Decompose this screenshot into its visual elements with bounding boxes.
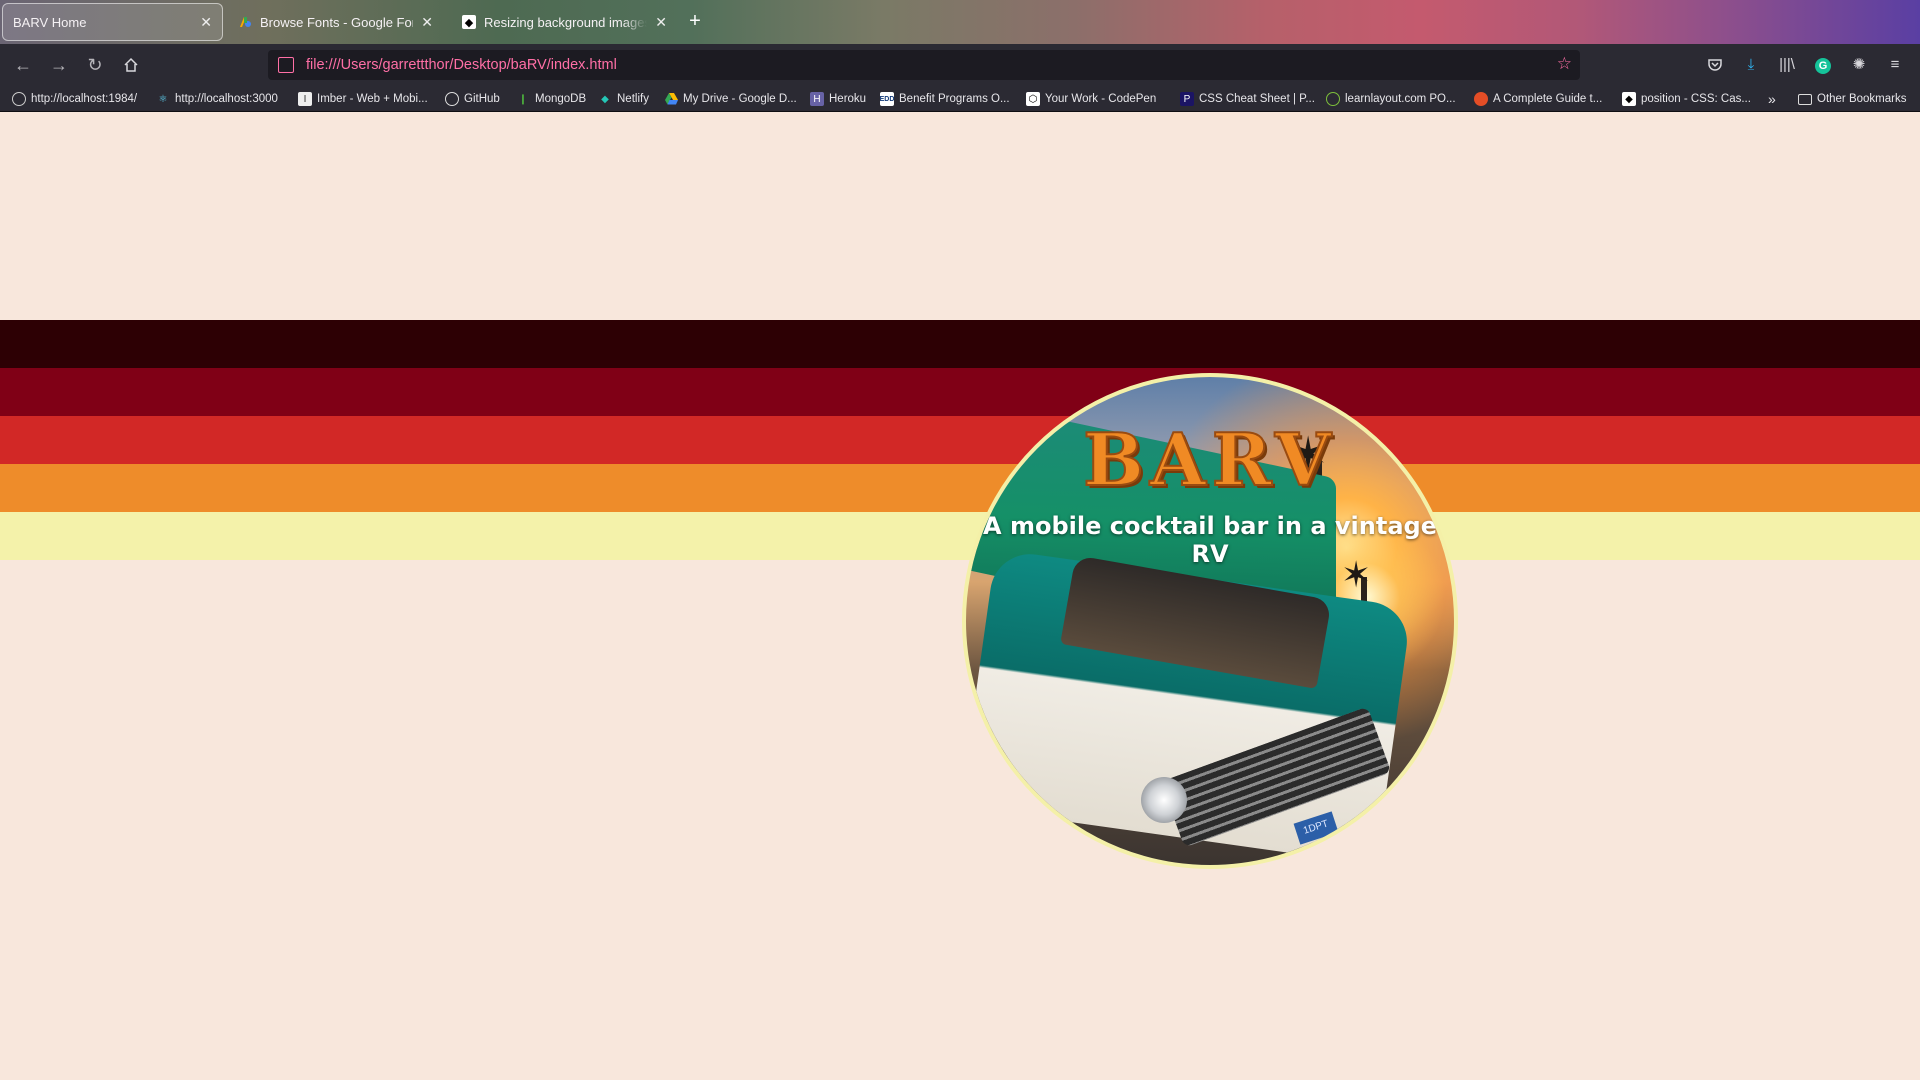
mdn-icon: ◆	[462, 15, 476, 29]
bookmark-item[interactable]: ⚛ http://localhost:3000	[156, 90, 278, 108]
bookmark-item[interactable]: H Heroku	[810, 90, 866, 108]
mongodb-icon: ❙	[518, 93, 528, 105]
react-icon: ⚛	[158, 93, 168, 105]
bookmark-label: Other Bookmarks	[1817, 93, 1907, 105]
navigation-bar: ← → ↻ file:///Users/garrettthor/Desktop/…	[0, 44, 1920, 86]
stripe-red	[0, 416, 1920, 464]
extension-icon[interactable]: ✺	[1848, 54, 1870, 76]
bookmark-label: learnlayout.com PO...	[1345, 93, 1456, 105]
tab-title: BARV Home	[13, 14, 87, 30]
bookmark-label: A Complete Guide t...	[1493, 93, 1603, 105]
bookmarks-bar: http://localhost:1984/ ⚛ http://localhos…	[0, 86, 1920, 112]
learnlayout-icon	[1326, 92, 1340, 106]
download-icon[interactable]: ⤓	[1740, 54, 1762, 76]
star-icon[interactable]: ☆	[1557, 54, 1572, 74]
address-bar[interactable]: file:///Users/garrettthor/Desktop/baRV/i…	[268, 50, 1580, 80]
tab-resizing-background[interactable]: ◆ Resizing background images wi ✕	[452, 3, 677, 41]
arrow-left-icon[interactable]: ←	[12, 54, 34, 76]
close-tab-icon[interactable]: ✕	[655, 14, 667, 31]
github-icon	[445, 92, 459, 106]
bookmark-item[interactable]: My Drive - Google D...	[664, 90, 797, 108]
bookmark-item[interactable]: GitHub	[445, 90, 500, 108]
edd-icon: EDD	[880, 92, 894, 106]
pocket-icon[interactable]	[1704, 54, 1726, 76]
google-drive-icon	[664, 92, 678, 106]
library-icon[interactable]: |||\	[1776, 54, 1798, 76]
tab-title: Resizing background images wi	[484, 14, 648, 30]
css-icon: P	[1180, 92, 1194, 106]
close-tab-icon[interactable]: ✕	[421, 14, 433, 31]
bookmark-label: Heroku	[829, 93, 867, 105]
globe-icon	[12, 92, 26, 106]
mdn-icon: ◆	[1622, 92, 1636, 106]
bookmark-label: http://localhost:3000	[175, 93, 278, 105]
brand-tagline: A mobile cocktail bar in a vintage RV	[983, 512, 1437, 568]
bookmark-label: position - CSS: Cas...	[1641, 93, 1751, 105]
bookmark-item[interactable]: ⬡ Your Work - CodePen	[1026, 90, 1156, 108]
close-tab-icon[interactable]: ✕	[200, 14, 212, 31]
reload-icon[interactable]: ↻	[84, 54, 106, 76]
bookmark-item[interactable]: A Complete Guide t...	[1474, 90, 1602, 108]
arrow-right-icon[interactable]: →	[48, 54, 70, 76]
tab-google-fonts[interactable]: Browse Fonts - Google Fonts ✕	[228, 3, 443, 41]
tab-barv-home[interactable]: BARV Home ✕	[2, 3, 223, 41]
page-icon	[278, 57, 294, 73]
brand-title: BARV	[1082, 416, 1337, 503]
bookmark-item[interactable]: ❙ MongoDB	[516, 90, 586, 108]
bookmark-label: MongoDB	[535, 93, 587, 105]
tab-title: Browse Fonts - Google Fonts	[260, 14, 414, 30]
grammarly-icon[interactable]: G	[1812, 54, 1834, 76]
bookmark-label: GitHub	[464, 93, 500, 105]
stripe-dark-maroon	[0, 320, 1920, 368]
bookmark-label: My Drive - Google D...	[683, 93, 797, 105]
bookmark-label: Imber - Web + Mobi...	[317, 93, 428, 105]
tab-strip: BARV Home ✕ Browse Fonts - Google Fonts …	[0, 0, 1920, 44]
bookmark-item[interactable]: http://localhost:1984/	[12, 90, 137, 108]
google-fonts-icon	[238, 15, 252, 29]
other-bookmarks[interactable]: Other Bookmarks	[1798, 90, 1906, 108]
rv-headlight	[1141, 777, 1187, 823]
codepen-icon: ⬡	[1026, 92, 1040, 106]
bookmark-label: Your Work - CodePen	[1045, 93, 1157, 105]
bookmark-item[interactable]: ◆ Netlify	[598, 90, 649, 108]
bookmark-label: CSS Cheat Sheet | P...	[1199, 93, 1315, 105]
bookmark-item[interactable]: EDD Benefit Programs O...	[880, 90, 1010, 108]
bookmark-label: http://localhost:1984/	[31, 93, 138, 105]
bookmark-item[interactable]: ◆ position - CSS: Cas...	[1622, 90, 1751, 108]
folder-icon	[1798, 93, 1812, 105]
double-chevron-right-icon[interactable]: »	[1768, 90, 1776, 108]
imber-icon: I	[298, 92, 312, 106]
bookmark-item[interactable]: P CSS Cheat Sheet | P...	[1180, 90, 1315, 108]
stripe-orange	[0, 464, 1920, 512]
barv-logo: ✶ ✶ 1DPT BARV A mobile cocktail bar in a…	[962, 373, 1458, 869]
bookmark-item[interactable]: I Imber - Web + Mobi...	[298, 90, 428, 108]
heroku-icon: H	[810, 92, 824, 106]
stripe-pale-yellow	[0, 512, 1920, 560]
plus-icon[interactable]: +	[684, 10, 706, 32]
stripe-maroon	[0, 368, 1920, 416]
bookmark-label: Benefit Programs O...	[899, 93, 1010, 105]
menu-icon[interactable]: ≡	[1884, 54, 1906, 76]
css-tricks-icon	[1474, 92, 1488, 106]
netlify-icon: ◆	[601, 93, 609, 105]
home-icon[interactable]	[120, 54, 142, 76]
bookmark-item[interactable]: learnlayout.com PO...	[1326, 90, 1456, 108]
url-text: file:///Users/garrettthor/Desktop/baRV/i…	[306, 57, 617, 73]
bookmark-label: Netlify	[617, 93, 649, 105]
